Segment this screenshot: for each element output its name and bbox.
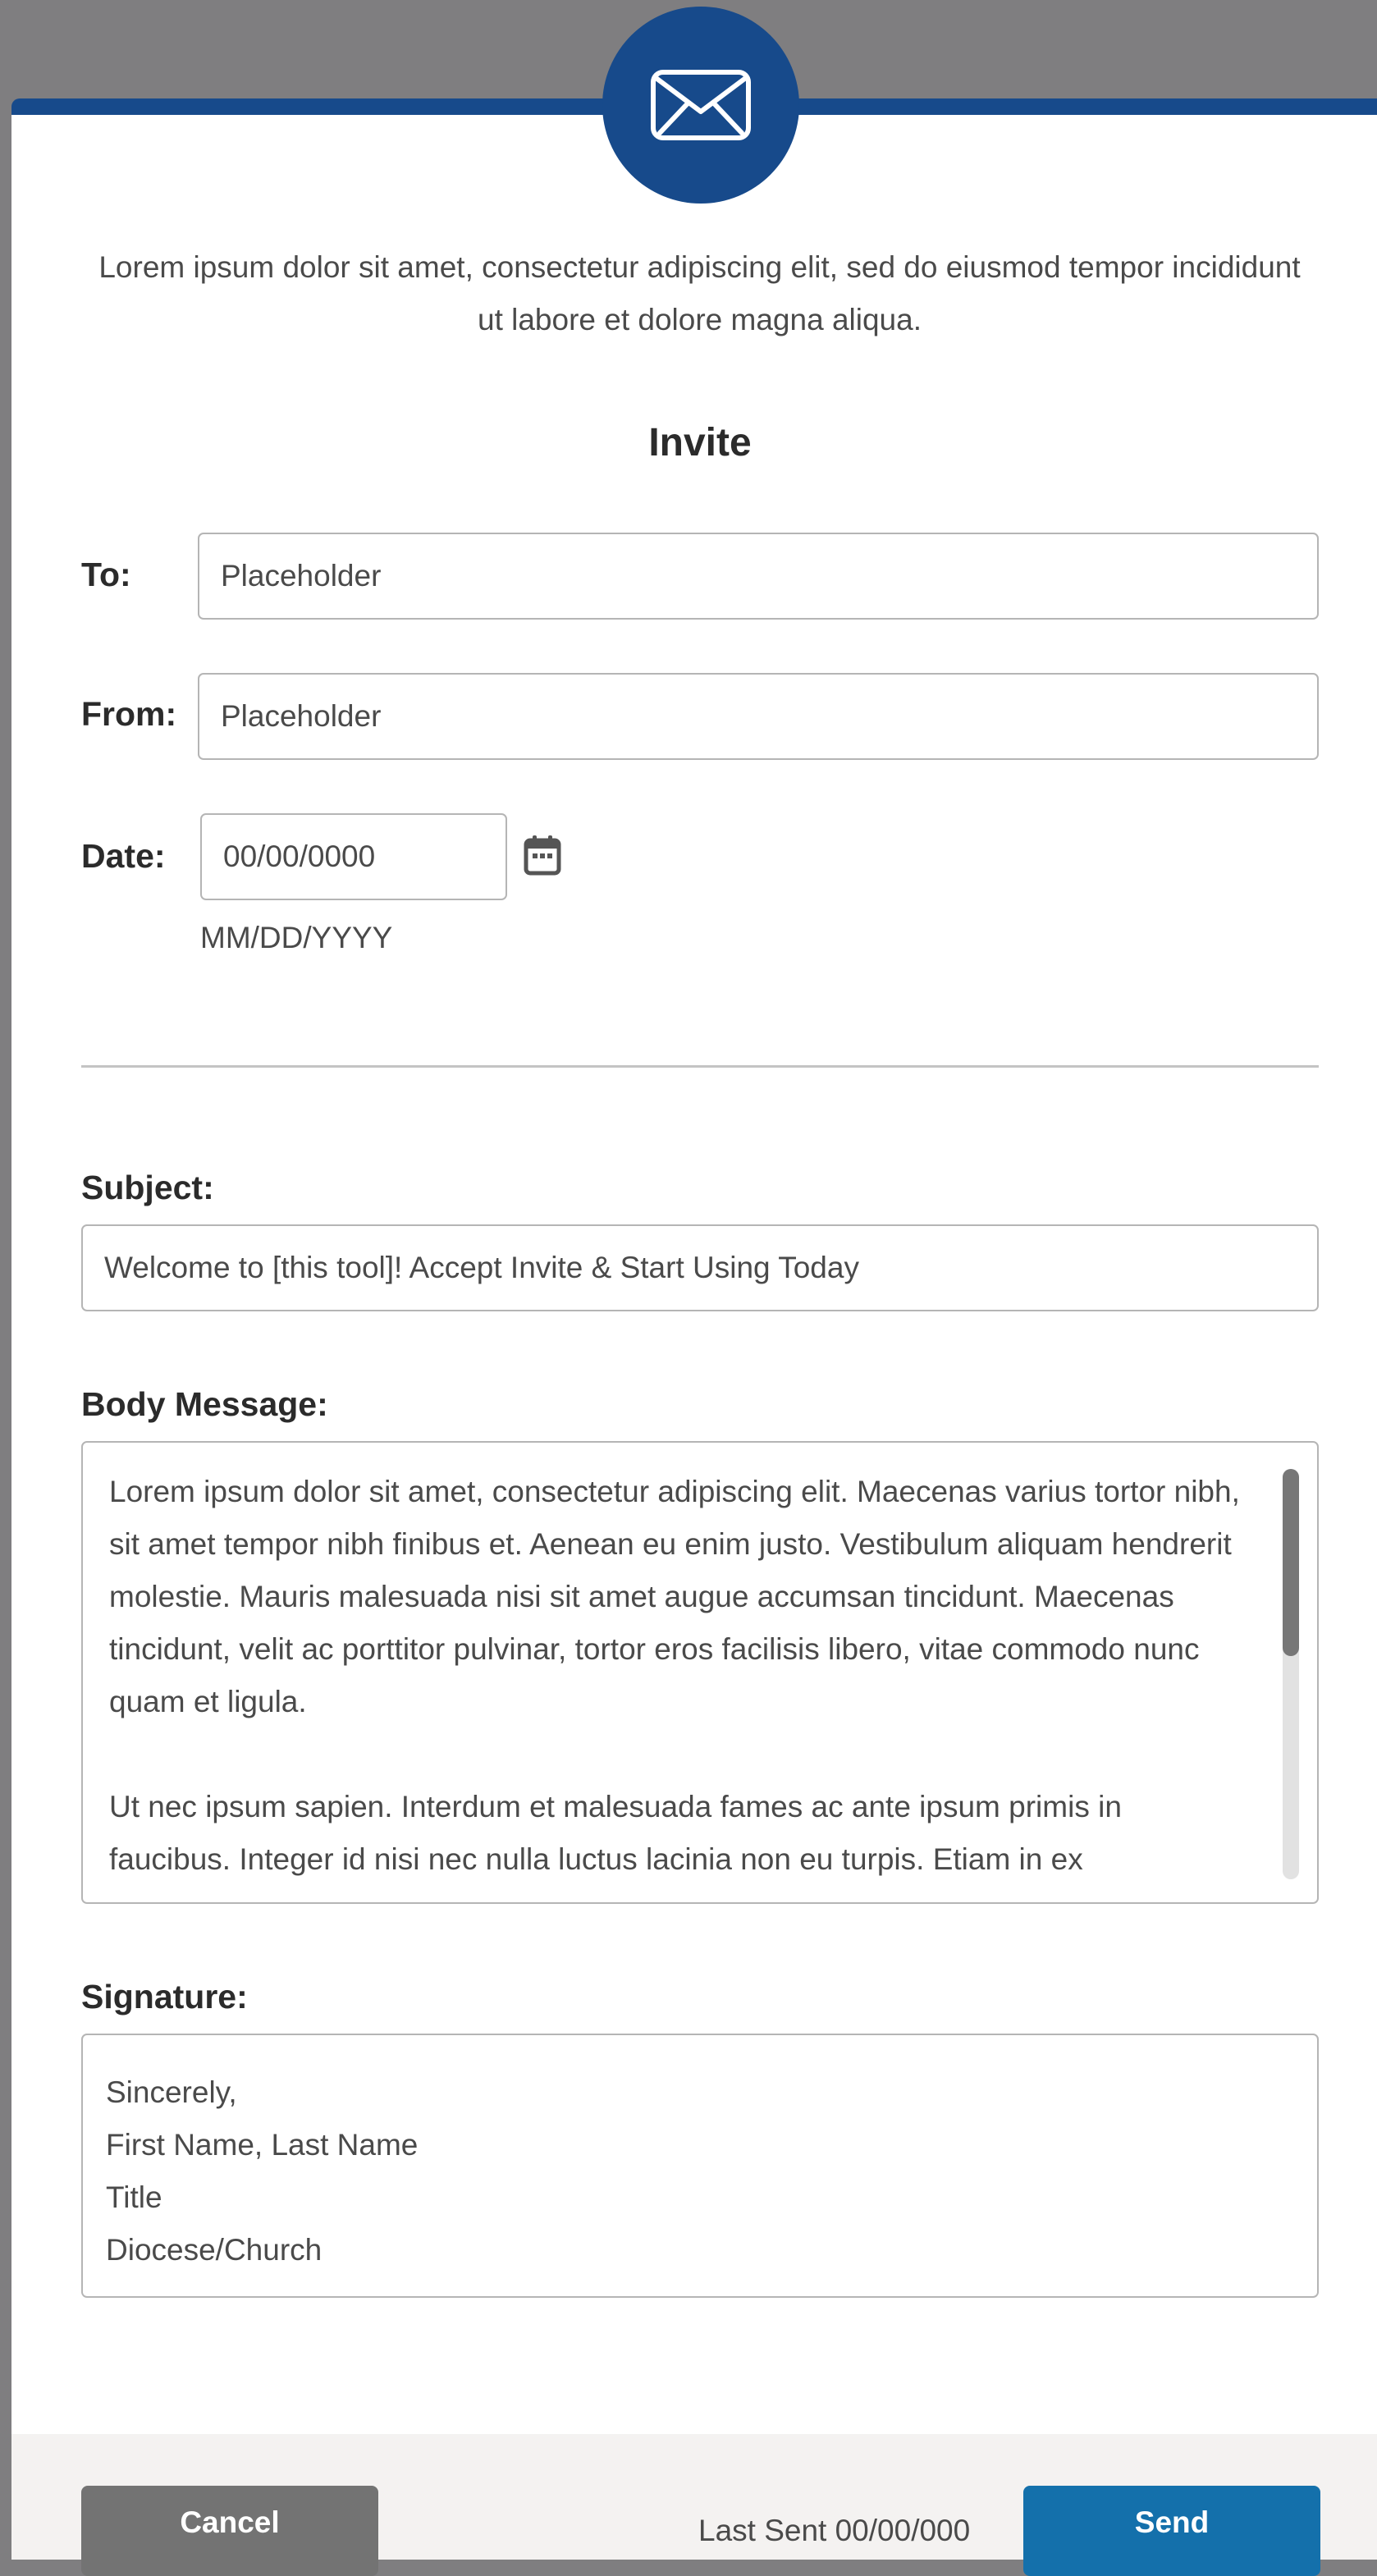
section-divider [81,1065,1319,1068]
to-label: To: [81,556,131,593]
body-message-text: Lorem ipsum dolor sit amet, consectetur … [109,1466,1242,1886]
signature-line: Title [106,2180,162,2214]
date-label: Date: [81,837,166,875]
from-input[interactable] [198,673,1319,760]
intro-text: Lorem ipsum dolor sit amet, consectetur … [98,250,1301,336]
date-input[interactable] [200,813,507,900]
envelope-icon [651,70,751,140]
subject-input[interactable] [81,1224,1319,1311]
body-message-label: Body Message: [81,1385,328,1423]
cancel-button[interactable]: Cancel [81,2486,378,2576]
signature-textarea[interactable]: Sincerely, First Name, Last Name Title D… [81,2034,1319,2298]
body-scrollbar[interactable] [1283,1469,1299,1879]
from-label: From: [81,695,177,733]
body-message-textarea[interactable]: Lorem ipsum dolor sit amet, consectetur … [81,1441,1319,1904]
signature-line: First Name, Last Name [106,2128,419,2162]
signature-line: Sincerely, [106,2075,237,2109]
signature-label: Signature: [81,1978,248,2016]
subject-label: Subject: [81,1169,214,1206]
signature-line: Diocese/Church [106,2233,323,2267]
calendar-icon[interactable] [522,834,563,876]
send-button[interactable]: Send [1023,2486,1320,2576]
envelope-badge [602,7,799,204]
body-paragraph: Ut nec ipsum sapien. Interdum et malesua… [109,1790,1122,1876]
signature-text: Sincerely, First Name, Last Name Title D… [106,2066,418,2276]
to-input[interactable] [198,533,1319,620]
date-format-hint: MM/DD/YYYY [200,921,393,954]
body-scrollbar-thumb[interactable] [1283,1469,1299,1656]
body-paragraph: Lorem ipsum dolor sit amet, consectetur … [109,1475,1240,1718]
page-title: Invite [648,421,752,464]
last-sent-text: Last Sent 00/00/000 [698,2514,971,2547]
